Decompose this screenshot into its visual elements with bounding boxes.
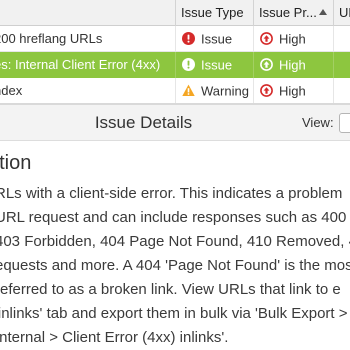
column-header-urls[interactable]: UR: [333, 0, 350, 26]
issue-type-label: Warning: [201, 83, 249, 99]
description-line: 'inlinks' tab and export them in bulk vi…: [0, 305, 348, 322]
issue-type-cell: Warning: [175, 78, 253, 103]
issue-priority-label: High: [279, 31, 306, 47]
issue-type-label: Issue: [201, 57, 233, 73]
error-icon: [182, 32, 195, 46]
issue-details-header: Issue Details View:: [0, 105, 350, 141]
seo-issues-view: Issue Type Issue Pr... UR 200 hreflang U…: [0, 0, 350, 350]
view-dropdown[interactable]: [339, 113, 350, 133]
issue-priority-label: High: [279, 83, 306, 99]
description-line: equests and more. A 404 'Page Not Found'…: [0, 257, 350, 274]
high-priority-icon: [260, 32, 273, 45]
description-line: 403 Forbidden, 404 Page Not Found, 410 R…: [0, 233, 350, 250]
issue-type-label: Issue: [201, 31, 233, 47]
column-header-issue-name[interactable]: [0, 0, 175, 26]
issue-urls-cell: [333, 52, 350, 78]
issue-priority-cell: High: [253, 52, 333, 78]
issue-priority-cell: High: [253, 26, 333, 52]
issue-type-cell: Issue: [175, 26, 253, 52]
issue-urls-cell: [333, 78, 350, 103]
high-priority-icon: [260, 84, 273, 97]
column-header-issue-type[interactable]: Issue Type: [175, 0, 253, 26]
issue-name-cell: es: Internal Client Error (4xx): [0, 52, 175, 78]
issues-table: Issue Type Issue Pr... UR 200 hreflang U…: [0, 0, 350, 103]
error-icon: [182, 58, 195, 72]
description-text: RLs with a client-side error. This indic…: [0, 182, 350, 350]
description-line: RLs with a client-side error. This indic…: [0, 185, 343, 202]
table-row-selected[interactable]: es: Internal Client Error (4xx) Issue Hi…: [0, 52, 350, 78]
issue-priority-cell: High: [253, 78, 333, 103]
issue-name: 200 hreflang URLs: [0, 31, 103, 46]
issue-details-title: Issue Details: [94, 113, 193, 132]
issue-urls-cell: [333, 26, 350, 52]
high-priority-icon: [260, 58, 273, 71]
issue-name: ndex: [0, 83, 23, 98]
description-line: Internal > Client Error (4xx) inlinks'.: [0, 329, 229, 346]
issue-details-body: ption RLs with a client-side error. This…: [0, 141, 350, 350]
issue-name: es: Internal Client Error (4xx): [0, 57, 161, 72]
view-label: View:: [302, 115, 334, 130]
sort-ascending-icon: [319, 9, 327, 15]
description-heading: ption: [0, 152, 32, 174]
description-line: URL request and can include responses su…: [0, 209, 350, 226]
warning-icon: [182, 84, 195, 97]
column-header-issue-priority-label: Issue Pr...: [259, 5, 317, 20]
description-line: referred to as a broken link. View URLs …: [0, 281, 341, 298]
column-header-issue-priority[interactable]: Issue Pr...: [253, 0, 333, 26]
table-row[interactable]: ndex Warning High: [0, 78, 350, 103]
table-row[interactable]: 200 hreflang URLs Issue High: [0, 26, 350, 52]
issue-name-cell: 200 hreflang URLs: [0, 26, 175, 52]
issue-priority-label: High: [279, 57, 306, 73]
table-header: Issue Type Issue Pr... UR: [0, 0, 350, 26]
issue-type-cell: Issue: [175, 52, 253, 78]
issue-name-cell: ndex: [0, 78, 175, 103]
